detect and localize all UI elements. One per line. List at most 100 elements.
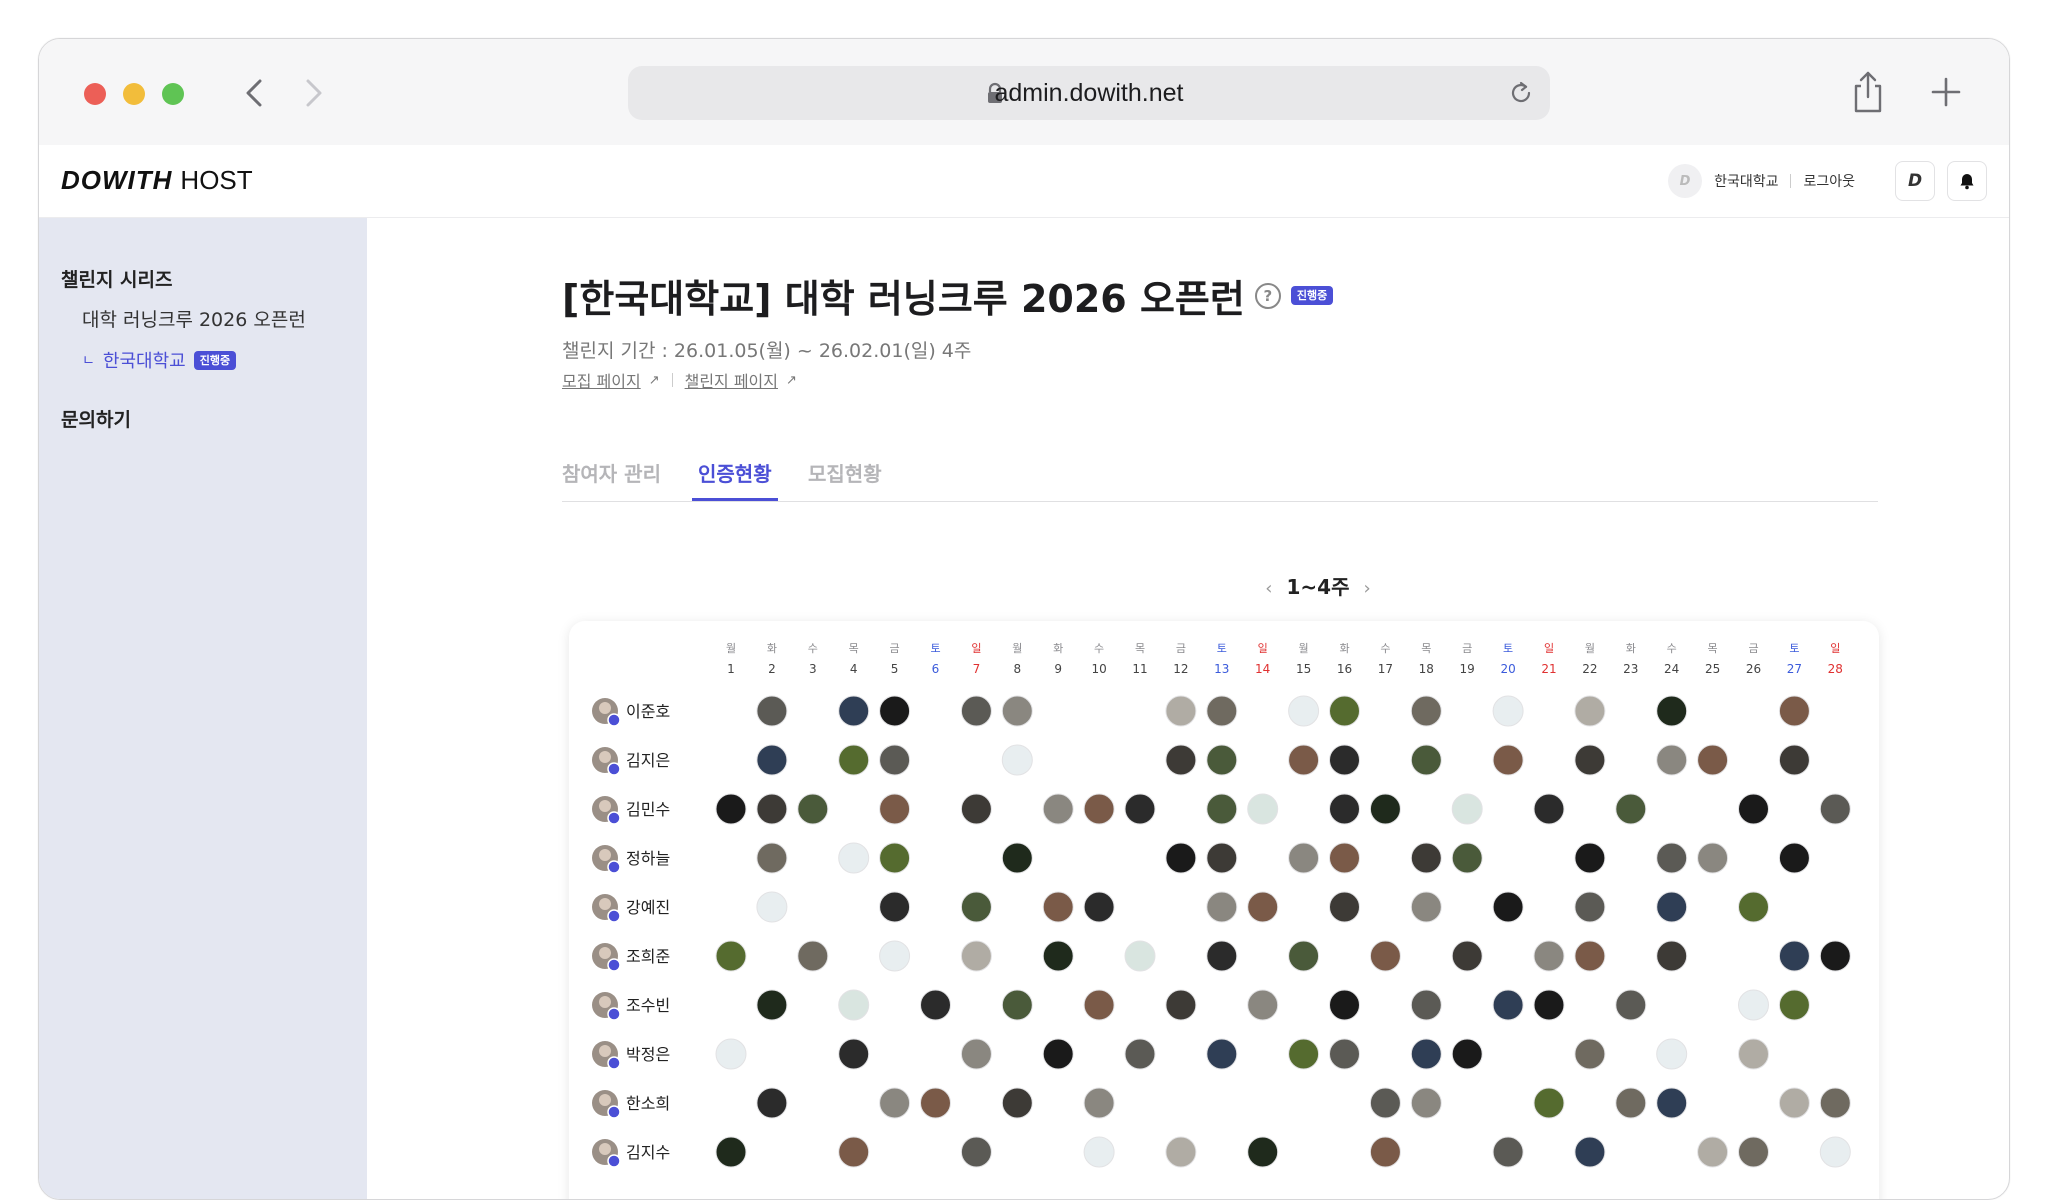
certification-thumbnail[interactable] [1206,793,1238,825]
certification-thumbnail[interactable] [960,1136,992,1168]
certification-thumbnail[interactable] [1083,891,1115,923]
certification-thumbnail[interactable] [715,793,747,825]
certification-thumbnail[interactable] [838,1038,870,1070]
certification-thumbnail[interactable] [1206,1038,1238,1070]
certification-thumbnail[interactable] [1492,695,1524,727]
certification-thumbnail[interactable] [1656,842,1688,874]
certification-thumbnail[interactable] [1001,1087,1033,1119]
certification-thumbnail[interactable] [1329,989,1360,1021]
certification-thumbnail[interactable] [1288,842,1320,874]
certification-thumbnail[interactable] [960,891,992,923]
certification-thumbnail[interactable] [1410,989,1442,1021]
certification-thumbnail[interactable] [1778,695,1810,727]
certification-thumbnail[interactable] [1451,793,1483,825]
certification-thumbnail[interactable] [1819,940,1851,972]
certification-thumbnail[interactable] [1492,989,1524,1021]
certification-thumbnail[interactable] [838,1136,870,1168]
certification-thumbnail[interactable] [1329,744,1360,776]
certification-thumbnail[interactable] [1656,1038,1688,1070]
certification-thumbnail[interactable] [1369,793,1401,825]
certification-thumbnail[interactable] [1083,1087,1115,1119]
certification-thumbnail[interactable] [715,1136,747,1168]
certification-thumbnail[interactable] [1615,1087,1647,1119]
sidebar-section-challenge-series[interactable]: 챌린지 시리즈 [61,265,173,292]
prev-week-icon[interactable]: ‹ [1265,578,1272,599]
close-window-button[interactable] [84,83,106,105]
zoom-window-button[interactable] [162,83,184,105]
participant-name[interactable]: 조희준 [626,947,670,966]
certification-thumbnail[interactable] [879,891,911,923]
certification-thumbnail[interactable] [1615,793,1647,825]
certification-thumbnail[interactable] [1410,695,1442,727]
certification-thumbnail[interactable] [1124,1038,1156,1070]
participant-name[interactable]: 김지은 [626,751,670,770]
certification-thumbnail[interactable] [960,695,992,727]
certification-thumbnail[interactable] [797,793,829,825]
certification-thumbnail[interactable] [1247,793,1279,825]
participant-name[interactable]: 강예진 [626,898,670,917]
certification-thumbnail[interactable] [1369,1136,1401,1168]
dowith-host-logo[interactable]: DOWITH HOST [61,165,253,196]
certification-thumbnail[interactable] [1042,940,1074,972]
certification-thumbnail[interactable] [756,891,788,923]
certification-thumbnail[interactable] [756,695,788,727]
participant-name[interactable]: 박정은 [626,1045,670,1064]
participant-name[interactable]: 김민수 [626,800,670,819]
certification-thumbnail[interactable] [1738,1136,1769,1168]
dowith-app-button[interactable]: D [1895,161,1935,201]
certification-thumbnail[interactable] [1574,1038,1606,1070]
certification-thumbnail[interactable] [920,989,951,1021]
participant-name[interactable]: 조수빈 [626,996,670,1015]
participant-name[interactable]: 이준호 [626,702,670,721]
reload-icon[interactable] [1506,78,1536,108]
recruit-page-link[interactable]: 모집 페이지 [562,368,641,392]
certification-thumbnail[interactable] [1451,1038,1483,1070]
certification-thumbnail[interactable] [1042,793,1074,825]
certification-thumbnail[interactable] [797,940,829,972]
certification-thumbnail[interactable] [1778,1087,1810,1119]
certification-thumbnail[interactable] [756,1087,788,1119]
certification-thumbnail[interactable] [1247,1136,1279,1168]
certification-thumbnail[interactable] [1697,744,1729,776]
certification-thumbnail[interactable] [1574,940,1606,972]
certification-thumbnail[interactable] [1369,1087,1401,1119]
certification-thumbnail[interactable] [960,1038,992,1070]
certification-thumbnail[interactable] [1288,695,1320,727]
tab-certification-status[interactable]: 인증현황 [698,458,772,487]
back-icon[interactable] [235,73,275,113]
certification-thumbnail[interactable] [1738,1038,1769,1070]
certification-thumbnail[interactable] [960,793,992,825]
certification-thumbnail[interactable] [1574,744,1606,776]
certification-thumbnail[interactable] [1778,842,1810,874]
tab-recruitment-status[interactable]: 모집현황 [808,458,882,487]
certification-thumbnail[interactable] [1656,695,1688,727]
help-icon[interactable]: ? [1254,282,1281,309]
certification-thumbnail[interactable] [1410,744,1442,776]
certification-thumbnail[interactable] [1247,989,1279,1021]
certification-thumbnail[interactable] [1083,793,1115,825]
certification-thumbnail[interactable] [1001,842,1033,874]
certification-thumbnail[interactable] [756,793,788,825]
certification-thumbnail[interactable] [879,842,911,874]
certification-thumbnail[interactable] [1410,1038,1442,1070]
new-tab-icon[interactable] [1927,73,1965,111]
certification-thumbnail[interactable] [879,940,911,972]
certification-thumbnail[interactable] [756,989,788,1021]
certification-thumbnail[interactable] [1574,1136,1606,1168]
certification-thumbnail[interactable] [1329,695,1360,727]
certification-thumbnail[interactable] [1533,1087,1565,1119]
certification-thumbnail[interactable] [1124,793,1156,825]
certification-thumbnail[interactable] [715,1038,747,1070]
certification-thumbnail[interactable] [1165,842,1197,874]
certification-thumbnail[interactable] [1042,1038,1074,1070]
certification-thumbnail[interactable] [1165,1136,1197,1168]
certification-thumbnail[interactable] [1778,744,1810,776]
certification-thumbnail[interactable] [1574,891,1606,923]
certification-thumbnail[interactable] [1656,744,1688,776]
certification-thumbnail[interactable] [879,744,911,776]
certification-thumbnail[interactable] [1451,842,1483,874]
certification-thumbnail[interactable] [1042,891,1074,923]
certification-thumbnail[interactable] [879,793,911,825]
certification-thumbnail[interactable] [838,989,870,1021]
certification-thumbnail[interactable] [1288,940,1320,972]
